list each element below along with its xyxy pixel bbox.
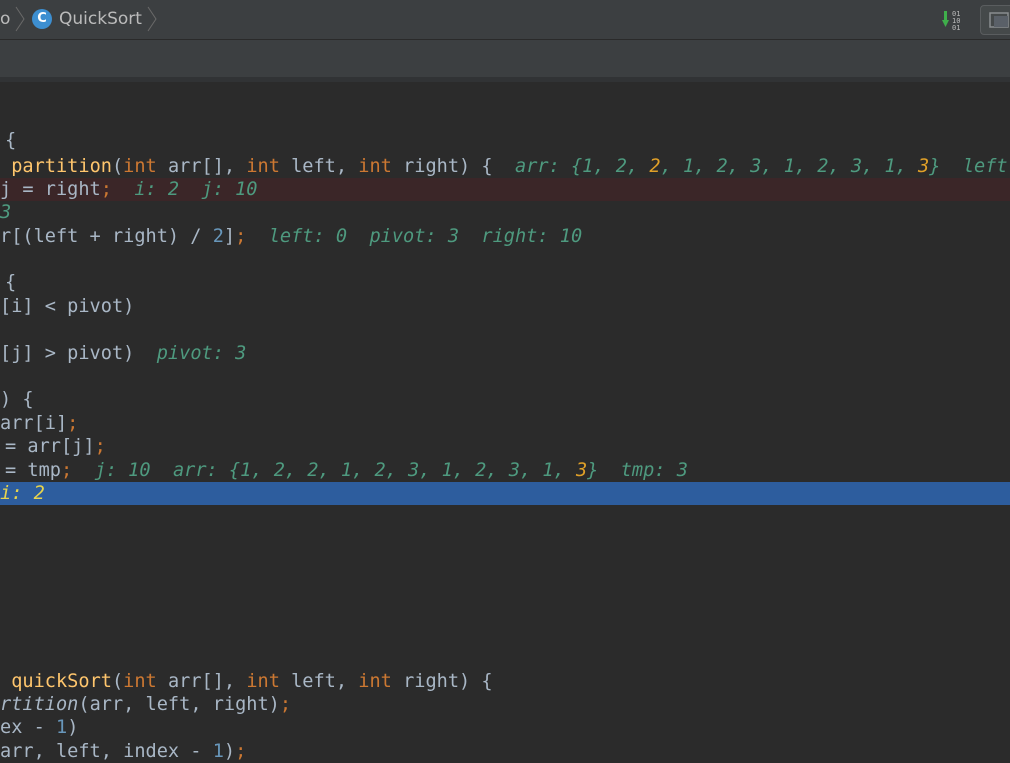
changed-value-hint: 3	[918, 156, 930, 177]
code-line[interactable]: {	[5, 271, 1010, 294]
code-line-quicksort-signature[interactable]: quickSort(int arr[], int left, int right…	[0, 670, 1010, 693]
changed-value-hint: 2	[649, 156, 661, 177]
inline-value-hint: i: 2 j: 10	[134, 179, 258, 200]
code-line[interactable]: = tmp; j: 10 arr: {1, 2, 2, 1, 2, 3, 1, …	[5, 459, 1010, 482]
method-name: partition	[11, 156, 112, 177]
code-line[interactable]: arr[i];	[0, 412, 1010, 435]
method-name: quickSort	[11, 671, 112, 692]
code-line[interactable]: [i] < pivot)	[0, 295, 1010, 318]
code-line[interactable]: rtition(arr, left, right);	[0, 693, 1010, 716]
code-line-breakpoint[interactable]: j = right; i: 2 j: 10	[0, 178, 1010, 201]
svg-text:01: 01	[952, 24, 960, 32]
code-line[interactable]: = arr[j];	[5, 435, 1010, 458]
code-line-execution-point[interactable]: i: 2	[0, 482, 1010, 505]
navigation-bar: o C QuickSort 01 10 01	[0, 0, 1010, 40]
debug-toolbar	[0, 40, 1010, 82]
binary-download-icon[interactable]: 01 10 01	[942, 8, 972, 32]
inline-value-hint: j: 10 arr: {1, 2, 2, 1, 2, 3, 1, 2, 3, 1…	[94, 460, 576, 481]
breadcrumb-separator-icon	[146, 5, 158, 33]
inline-value-hint: arr: {1, 2,	[515, 156, 650, 177]
code-editor[interactable]: { partition(int arr[], int left, int rig…	[0, 82, 1010, 763]
code-line-partition-signature[interactable]: partition(int arr[], int left, int right…	[0, 155, 1010, 178]
code-line[interactable]: {	[5, 129, 1010, 152]
code-line[interactable]: arr, left, index - 1);	[0, 740, 1010, 763]
code-line[interactable]: [j] > pivot) pivot: 3	[0, 342, 1010, 365]
window-icon[interactable]	[980, 5, 1010, 35]
code-line[interactable]: 3	[0, 201, 1010, 224]
code-line-pivot[interactable]: r[(left + right) / 2]; left: 0 pivot: 3 …	[0, 225, 1010, 248]
inline-value-hint: i: 2	[0, 483, 45, 504]
inline-value-hint: pivot: 3	[156, 343, 247, 364]
breadcrumb-item-package[interactable]: o	[0, 9, 10, 29]
breadcrumb-separator-icon	[14, 5, 26, 33]
inline-value-hint: 3	[0, 202, 12, 223]
code-line[interactable]: ex - 1)	[0, 716, 1010, 739]
code-line[interactable]: ) {	[0, 388, 1010, 411]
method-call: rtition	[0, 694, 79, 715]
changed-value-hint: 3	[575, 460, 588, 481]
class-c-icon: C	[32, 9, 52, 29]
inline-value-hint: left: 0 pivot: 3 right: 10	[268, 226, 583, 247]
breadcrumb-item-quicksort[interactable]: QuickSort	[59, 9, 142, 29]
